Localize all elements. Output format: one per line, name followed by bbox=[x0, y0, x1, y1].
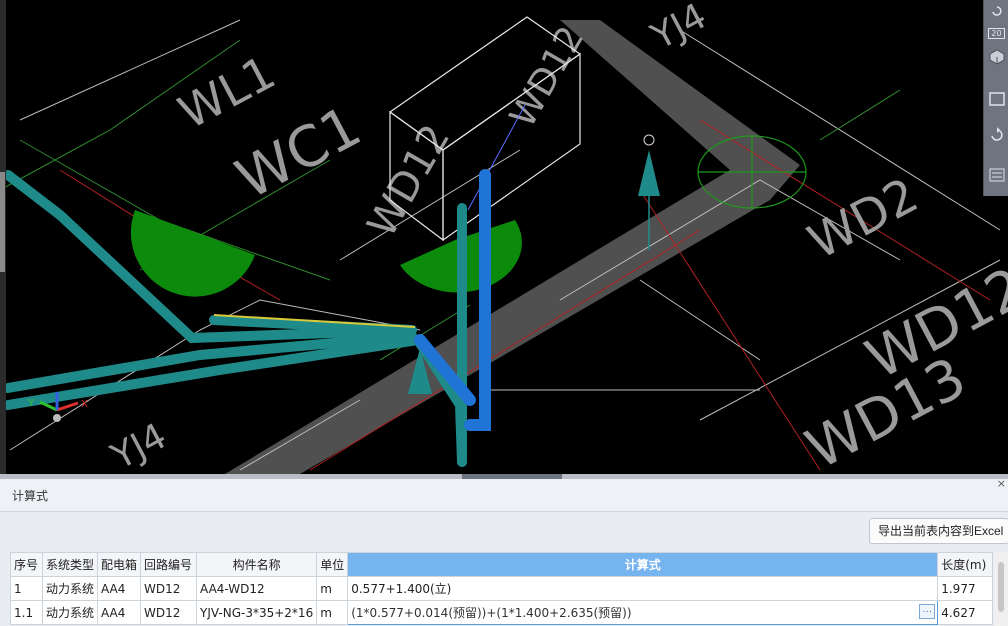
cell-unit[interactable]: m bbox=[316, 576, 349, 601]
label-yj4: YJ4 bbox=[644, 0, 713, 58]
cell-length[interactable]: 1.977 bbox=[937, 576, 994, 601]
table-row[interactable]: 1 动力系统 AA4 WD12 AA4-WD12 m 0.577+1.400(立… bbox=[10, 576, 994, 601]
cell-index[interactable]: 1.1 bbox=[10, 600, 43, 625]
refresh-icon[interactable] bbox=[986, 124, 1007, 146]
col-header-formula[interactable]: 计算式 bbox=[347, 552, 939, 577]
col-header-length[interactable]: 长度(m) bbox=[937, 552, 994, 577]
cell-name[interactable]: YJV-NG-3*35+2*16 bbox=[196, 600, 318, 625]
col-header-box[interactable]: 配电箱 bbox=[97, 552, 142, 577]
axis-x-label: X bbox=[81, 399, 88, 410]
zoom-icon[interactable]: 20 bbox=[986, 22, 1007, 44]
col-header-index[interactable]: 序号 bbox=[10, 552, 43, 577]
panel-title-bar: 计算式 × bbox=[0, 477, 1008, 512]
cell-circuit[interactable]: WD12 bbox=[140, 576, 198, 601]
col-header-circuit[interactable]: 回路编号 bbox=[140, 552, 198, 577]
col-header-name[interactable]: 构件名称 bbox=[196, 552, 318, 577]
cell-system[interactable]: 动力系统 bbox=[41, 576, 99, 601]
cell-formula[interactable]: 0.577+1.400(立) bbox=[347, 576, 939, 601]
cell-unit[interactable]: m bbox=[316, 600, 349, 625]
box-icon[interactable] bbox=[986, 88, 1007, 110]
table-header-row: 序号 系统类型 配电箱 回路编号 构件名称 单位 计算式 长度(m) bbox=[10, 552, 994, 577]
cell-box[interactable]: AA4 bbox=[97, 600, 142, 625]
label-wl1: WL1 bbox=[170, 45, 284, 140]
panel-title: 计算式 bbox=[12, 489, 49, 503]
table-scrollbar[interactable] bbox=[994, 552, 1008, 626]
label-wd2: WD2 bbox=[799, 167, 927, 270]
export-excel-button[interactable]: 导出当前表内容到Excel bbox=[869, 518, 1008, 544]
cell-length[interactable]: 4.627 bbox=[937, 600, 994, 625]
axis-y-label: Y bbox=[27, 398, 35, 409]
table-row[interactable]: 1.1 动力系统 AA4 WD12 YJV-NG-3*35+2*16 m (1*… bbox=[10, 600, 994, 625]
green-half-disc-left bbox=[130, 210, 255, 297]
left-dock-handle[interactable] bbox=[0, 172, 5, 272]
layers-icon[interactable] bbox=[986, 164, 1007, 186]
view-cube-icon[interactable] bbox=[986, 46, 1007, 68]
formula-edit-text[interactable]: (1*0.577+0.014(预留))+(1*1.400+2.635(预留)) bbox=[351, 606, 631, 620]
teal-arrow-right bbox=[638, 150, 660, 196]
col-header-unit[interactable]: 单位 bbox=[316, 552, 349, 577]
col-header-system[interactable]: 系统类型 bbox=[41, 552, 99, 577]
cell-system[interactable]: 动力系统 bbox=[41, 600, 99, 625]
rotate-icon[interactable] bbox=[986, 0, 1007, 22]
cad-scene: WL1 WC1 WD2 WD12 WD12 WD13 WD12 YJ4 YJ4 bbox=[0, 0, 1008, 474]
arrow-head-circle bbox=[643, 134, 655, 146]
scrollbar-thumb[interactable] bbox=[998, 562, 1004, 612]
connection-line bbox=[467, 104, 526, 211]
label-yj4-b: YJ4 bbox=[104, 416, 173, 474]
cell-formula-editing[interactable]: (1*0.577+0.014(预留))+(1*1.400+2.635(预留)) … bbox=[347, 600, 939, 625]
view-toolbar: 20 bbox=[983, 0, 1008, 196]
cell-name[interactable]: AA4-WD12 bbox=[196, 576, 318, 601]
zoom-text: 20 bbox=[988, 27, 1005, 39]
calculation-table: 序号 系统类型 配电箱 回路编号 构件名称 单位 计算式 长度(m) 1 动力系… bbox=[10, 552, 994, 625]
3d-viewport[interactable]: WL1 WC1 WD2 WD12 WD12 WD13 WD12 YJ4 YJ4 bbox=[0, 0, 1008, 474]
cell-index[interactable]: 1 bbox=[10, 576, 43, 601]
panel-close-icon[interactable]: × bbox=[997, 477, 1006, 490]
formula-ellipsis-button[interactable]: ··· bbox=[919, 604, 936, 619]
label-wd12-b: WD12 bbox=[359, 117, 459, 245]
cell-circuit[interactable]: WD12 bbox=[140, 600, 198, 625]
green-target-circle bbox=[697, 135, 807, 209]
cell-box[interactable]: AA4 bbox=[97, 576, 142, 601]
